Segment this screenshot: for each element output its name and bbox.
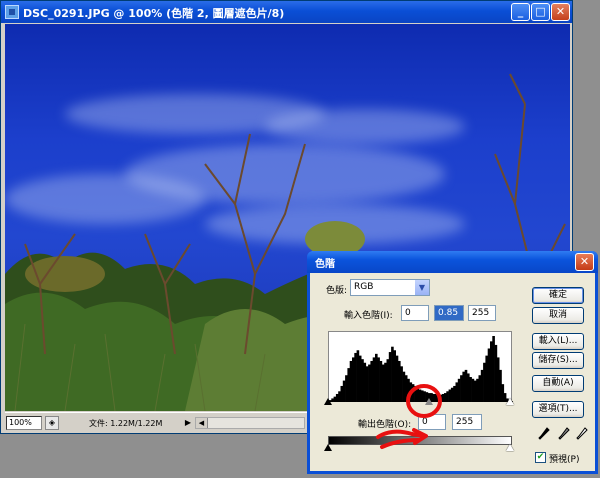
- input-gamma-field[interactable]: 0.85: [434, 305, 464, 321]
- histogram-bar: [384, 362, 387, 402]
- histogram-bar: [393, 350, 396, 402]
- input-white-field[interactable]: 255: [468, 305, 496, 321]
- input-black-field[interactable]: 0: [401, 305, 429, 321]
- input-levels-label: 輸入色階(I):: [344, 311, 393, 321]
- levels-close-button[interactable]: ✕: [575, 253, 594, 271]
- preview-label: 預視(P): [549, 455, 580, 465]
- gray-eyedropper-icon[interactable]: [558, 427, 570, 441]
- histogram-bar: [370, 360, 373, 402]
- output-white-handle[interactable]: [506, 444, 514, 451]
- levels-titlebar[interactable]: 色階 ✕: [307, 251, 598, 273]
- input-levels-slider[interactable]: [324, 398, 514, 408]
- ok-button[interactable]: 確定: [532, 287, 584, 304]
- photoshop-document-icon: [5, 5, 19, 19]
- restore-button[interactable]: □: [531, 3, 550, 21]
- histogram-bar: [368, 364, 371, 402]
- histogram-bar: [483, 362, 486, 402]
- chevron-down-icon[interactable]: ▼: [415, 280, 429, 295]
- histogram-bar: [388, 352, 392, 402]
- preview-checkbox[interactable]: ✔: [535, 452, 546, 463]
- scroll-left-arrow-icon[interactable]: ◀: [196, 418, 208, 428]
- zoom-level-field[interactable]: 100%: [6, 416, 42, 430]
- histogram-bar: [494, 344, 498, 402]
- histogram-bar: [352, 357, 355, 402]
- levels-dialog: 色階 ✕ 色版: RGB ▼ 輸入色階(I): 0 0.85 255 輸出色階(…: [307, 251, 598, 474]
- close-button[interactable]: ✕: [551, 3, 570, 21]
- histogram-bar: [496, 357, 500, 402]
- histogram-bar: [487, 348, 491, 402]
- channel-select[interactable]: RGB ▼: [350, 279, 430, 296]
- output-black-field[interactable]: 0: [418, 414, 446, 430]
- histogram-bar: [381, 364, 385, 402]
- white-eyedropper-icon[interactable]: [576, 427, 588, 441]
- histogram-bar: [377, 357, 380, 402]
- input-black-handle[interactable]: [324, 398, 332, 405]
- histogram-bar: [349, 360, 353, 402]
- histogram-bar: [347, 368, 350, 402]
- load-button[interactable]: 載入(L)...: [532, 333, 584, 350]
- histogram-bar: [354, 352, 357, 402]
- histogram-bar: [391, 346, 394, 402]
- histogram-bar: [365, 366, 369, 402]
- minimize-button[interactable]: _: [511, 3, 530, 21]
- document-status-icon[interactable]: ◈: [45, 416, 59, 430]
- histogram-bar: [490, 341, 493, 402]
- histogram-bar: [400, 366, 403, 402]
- output-levels-label: 輸出色階(O):: [358, 420, 412, 430]
- horizontal-scrollbar[interactable]: ◀: [195, 417, 305, 429]
- levels-title: 色階: [315, 259, 335, 270]
- file-size-info: 文件: 1.22M/1.22M: [89, 419, 163, 428]
- histogram-bar: [379, 360, 383, 402]
- document-title: DSC_0291.JPG @ 100% (色階 2, 圖層遮色片/8): [23, 7, 285, 20]
- histogram-bar: [395, 355, 399, 402]
- options-button[interactable]: 選項(T)...: [532, 401, 584, 418]
- input-gamma-handle[interactable]: [425, 398, 433, 405]
- channel-label: 色版:: [326, 286, 348, 296]
- output-levels-slider[interactable]: [324, 444, 514, 453]
- histogram-bar: [386, 359, 390, 402]
- save-button[interactable]: 儲存(S)...: [532, 352, 584, 369]
- histogram-bar: [372, 357, 376, 402]
- histogram-bar: [356, 350, 360, 402]
- histogram-graph: [329, 336, 513, 402]
- histogram-bar: [492, 336, 495, 402]
- output-white-field[interactable]: 255: [452, 414, 482, 430]
- black-eyedropper-icon[interactable]: [538, 427, 550, 441]
- auto-button[interactable]: 自動(A): [532, 375, 584, 392]
- histogram-bar: [398, 360, 401, 402]
- input-white-handle[interactable]: [506, 398, 514, 405]
- status-menu-arrow-icon[interactable]: ▶: [183, 416, 193, 430]
- channel-select-value: RGB: [354, 282, 374, 292]
- histogram-bar: [358, 355, 362, 402]
- histogram-bar: [375, 353, 378, 402]
- document-titlebar[interactable]: DSC_0291.JPG @ 100% (色階 2, 圖層遮色片/8) _ □ …: [1, 1, 572, 23]
- histogram-bar: [485, 355, 488, 402]
- histogram: [328, 331, 513, 402]
- output-black-handle[interactable]: [324, 444, 332, 451]
- histogram-bar: [363, 362, 367, 402]
- cancel-button[interactable]: 取消: [532, 307, 584, 324]
- histogram-bar: [361, 359, 364, 402]
